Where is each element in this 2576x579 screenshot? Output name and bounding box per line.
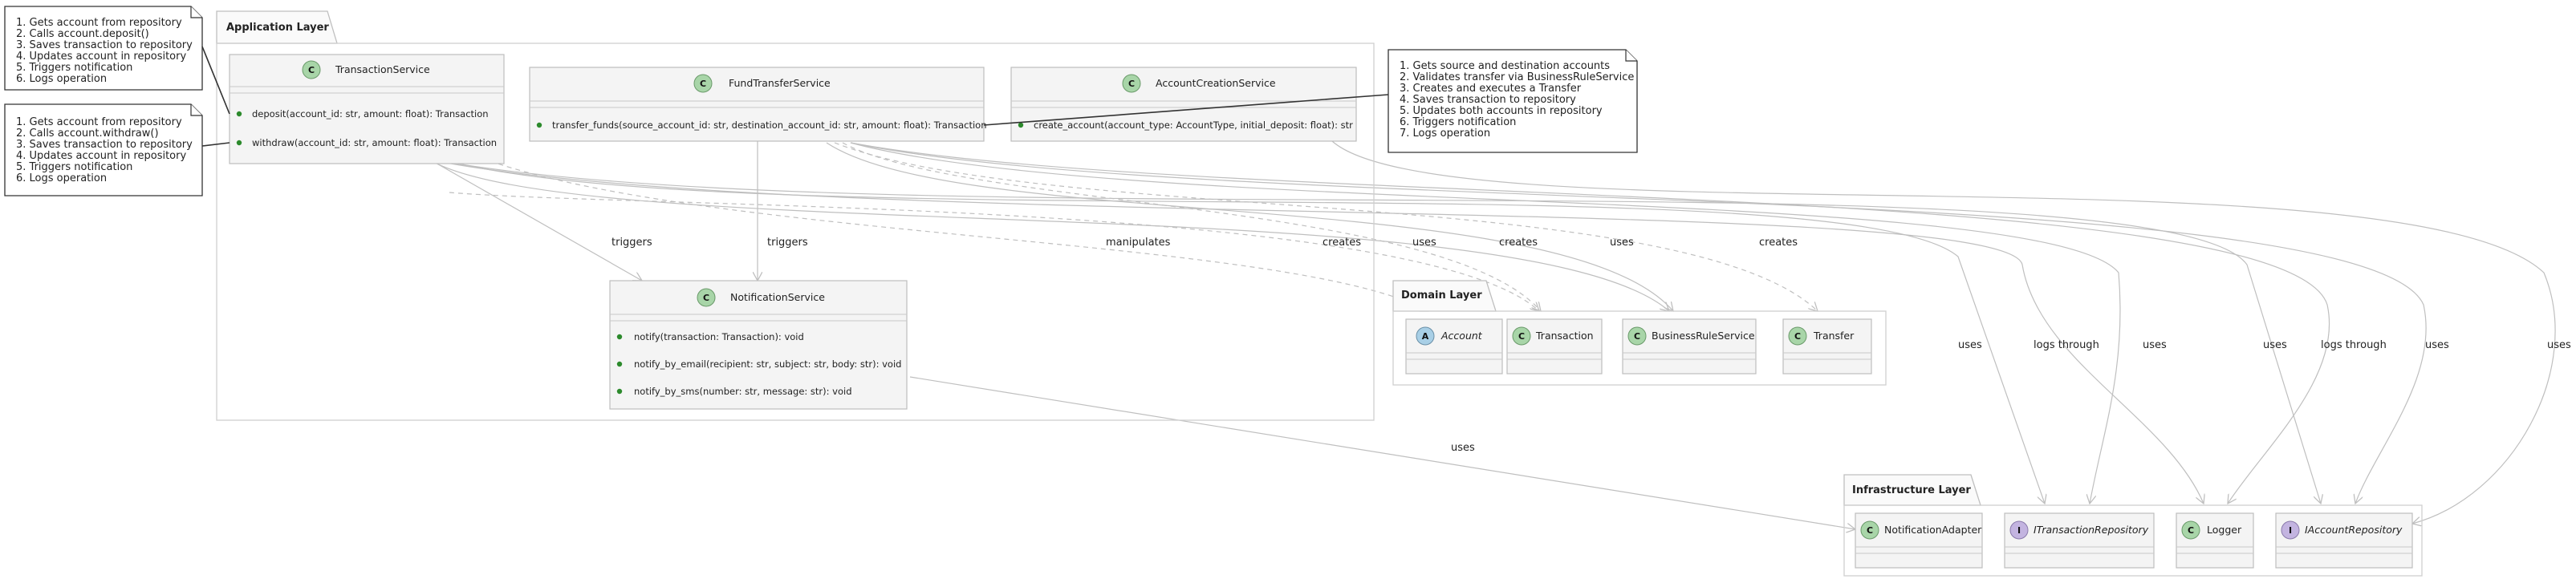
note-line: 2. Calls account.withdraw() <box>16 128 159 140</box>
note-line: 5. Updates both accounts in repository <box>1400 105 1603 117</box>
class-itransaction-repository[interactable]: I ITransactionRepository <box>2004 512 2155 569</box>
label-fts-creates: creates <box>1499 237 1538 249</box>
note-link-withdraw <box>201 142 230 147</box>
svg-text:C: C <box>1634 331 1640 342</box>
label-ts-uses-brs: uses <box>1412 237 1436 249</box>
class-notification-service[interactable]: C NotificationService notify(transaction… <box>609 280 908 410</box>
note-withdraw: 1. Gets account from repository 2. Calls… <box>4 103 203 196</box>
package-title: Domain Layer <box>1401 290 1482 302</box>
class-name: Logger <box>2207 524 2242 536</box>
class-name: Account <box>1440 330 1483 342</box>
label-logs-through-1: logs through <box>2034 339 2099 351</box>
class-notification-adapter[interactable]: C NotificationAdapter <box>1855 512 1983 569</box>
note-transfer: 1. Gets source and destination accounts … <box>1388 49 1638 153</box>
label-uses-2: uses <box>2143 339 2167 351</box>
label-uses-1: uses <box>1958 339 1982 351</box>
method-deposit: deposit(account_id: str, amount: float):… <box>252 108 489 119</box>
method-notify-by-email: notify_by_email(recipient: str, subject:… <box>634 358 901 370</box>
note-line: 3. Saves transaction to repository <box>16 39 193 51</box>
note-link-deposit <box>201 46 230 115</box>
svg-text:A: A <box>1422 331 1429 342</box>
class-name: TransactionService <box>335 63 430 75</box>
label-fts-triggers: triggers <box>767 237 808 249</box>
class-business-rule-service[interactable]: C BusinessRuleService <box>1622 318 1757 375</box>
method-notify: notify(transaction: Transaction): void <box>634 331 804 342</box>
label-uses-5: uses <box>2547 339 2571 351</box>
svg-text:I: I <box>2289 525 2292 536</box>
label-uses-4: uses <box>2425 339 2449 351</box>
class-name: NotificationService <box>730 291 825 303</box>
method-notify-by-sms: notify_by_sms(number: str, message: str)… <box>634 386 852 397</box>
class-fund-transfer-service[interactable]: C FundTransferService transfer_funds(sou… <box>529 67 987 142</box>
label-ts-manipulates: manipulates <box>1106 237 1171 249</box>
relation-fts-uses-brs <box>826 142 1673 311</box>
note-line: 4. Updates account in repository <box>16 150 186 162</box>
note-line: 5. Triggers notification <box>16 62 132 74</box>
relation-ts-triggers <box>416 152 642 281</box>
label-logs-through-2: logs through <box>2321 339 2387 351</box>
note-line: 2. Validates transfer via BusinessRuleSe… <box>1400 71 1634 83</box>
class-name: FundTransferService <box>729 77 831 89</box>
note-line: 6. Logs operation <box>16 172 107 184</box>
svg-text:C: C <box>308 65 315 75</box>
class-name: NotificationAdapter <box>1884 524 1982 536</box>
svg-text:C: C <box>700 79 706 89</box>
svg-text:C: C <box>1518 331 1525 342</box>
class-name: AccountCreationService <box>1156 77 1276 89</box>
relation-ns-uses <box>909 376 1855 529</box>
class-name: ITransactionRepository <box>2034 524 2149 536</box>
label-uses-3: uses <box>2263 339 2287 351</box>
package-title: Infrastructure Layer <box>1852 484 1971 496</box>
note-line: 6. Triggers notification <box>1400 116 1516 128</box>
method-create-account: create_account(account_type: AccountType… <box>1034 119 1353 131</box>
class-transfer[interactable]: C Transfer <box>1782 318 1872 375</box>
svg-text:C: C <box>1128 79 1135 89</box>
note-deposit: 1. Gets account from repository 2. Calls… <box>4 6 203 91</box>
class-name: BusinessRuleService <box>1652 330 1755 342</box>
note-line: 4. Updates account in repository <box>16 51 186 63</box>
uml-class-diagram: triggers triggers manipulates creates us… <box>4 6 2571 577</box>
class-name: IAccountRepository <box>2305 524 2403 536</box>
note-line: 1. Gets account from repository <box>16 17 182 29</box>
class-name: Transaction <box>1535 330 1594 342</box>
method-withdraw: withdraw(account_id: str, amount: float)… <box>252 137 497 148</box>
svg-text:C: C <box>1794 331 1801 342</box>
relation-fts-creates-transfer <box>834 142 1818 311</box>
svg-text:C: C <box>1867 525 1873 536</box>
note-line: 7. Logs operation <box>1400 128 1490 140</box>
svg-text:C: C <box>2188 525 2194 536</box>
class-logger[interactable]: C Logger <box>2176 512 2254 569</box>
svg-text:C: C <box>703 293 709 303</box>
note-line: 2. Calls account.deposit() <box>16 28 149 40</box>
label-ts-creates: creates <box>1323 237 1361 249</box>
class-iaccount-repository[interactable]: I IAccountRepository <box>2275 512 2413 569</box>
class-transaction[interactable]: C Transaction <box>1506 318 1603 375</box>
note-line: 1. Gets account from repository <box>16 116 182 128</box>
label-ns-uses: uses <box>1451 442 1475 454</box>
label-ts-triggers: triggers <box>611 237 652 249</box>
class-account[interactable]: A Account <box>1405 318 1503 375</box>
label-fts-creates-transfer: creates <box>1759 237 1798 249</box>
class-account-creation-service[interactable]: C AccountCreationService create_account(… <box>1010 67 1357 142</box>
note-line: 4. Saves transaction to repository <box>1400 94 1576 106</box>
note-line: 6. Logs operation <box>16 73 107 85</box>
package-title: Application Layer <box>226 22 329 34</box>
class-name: Transfer <box>1813 330 1855 342</box>
note-line: 1. Gets source and destination accounts <box>1400 60 1610 72</box>
class-transaction-service[interactable]: C TransactionService deposit(account_id:… <box>229 54 505 164</box>
label-fts-uses-brs: uses <box>1610 237 1634 249</box>
method-transfer-funds: transfer_funds(source_account_id: str, d… <box>552 119 987 131</box>
note-line: 5. Triggers notification <box>16 161 132 173</box>
svg-text:I: I <box>2017 525 2021 536</box>
note-line: 3. Saves transaction to repository <box>16 139 193 151</box>
note-line: 3. Creates and executes a Transfer <box>1400 83 1582 95</box>
